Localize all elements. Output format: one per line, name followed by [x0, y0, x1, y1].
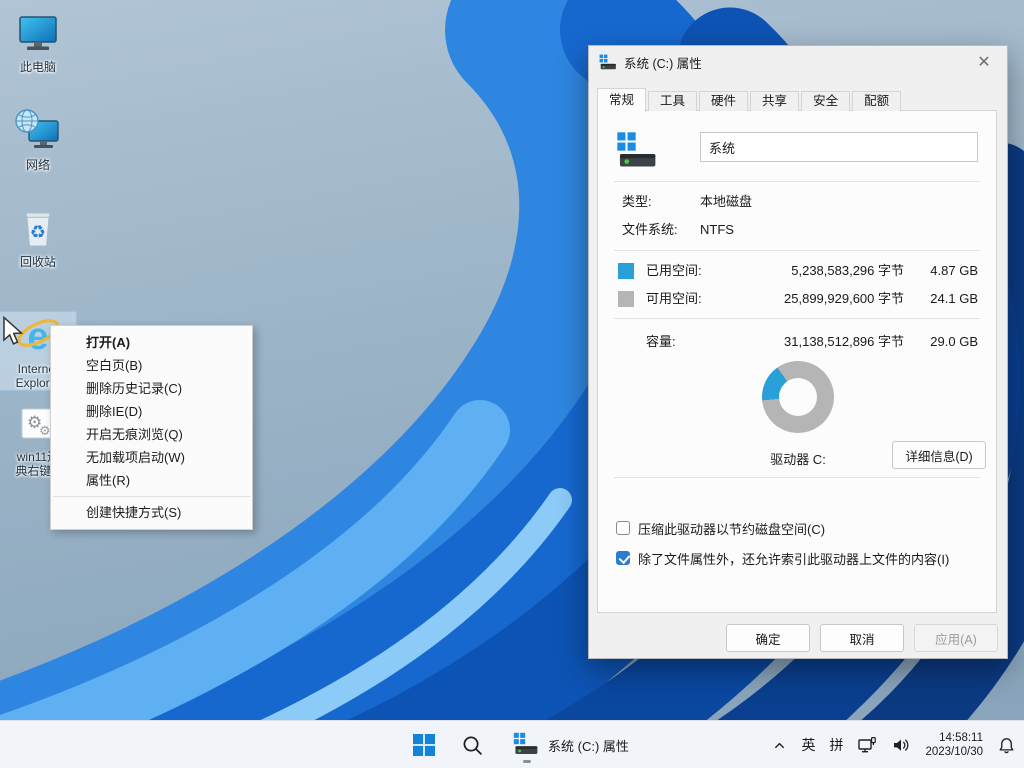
filesystem-label: 文件系统: — [622, 221, 678, 239]
index-checkbox-label: 除了文件属性外，还允许索引此驱动器上文件的内容(I) — [638, 549, 949, 568]
svg-text:⚙: ⚙ — [39, 423, 51, 438]
network-icon — [0, 108, 76, 156]
type-value: 本地磁盘 — [700, 193, 752, 211]
drive-icon — [599, 54, 617, 72]
task-label: 系统 (C:) 属性 — [548, 736, 629, 755]
menu-item[interactable]: 删除IE(D) — [51, 400, 252, 423]
taskbar-task-drive-properties[interactable]: 系统 (C:) 属性 — [501, 725, 641, 765]
menu-item[interactable]: 空白页(B) — [51, 354, 252, 377]
clock[interactable]: 14:58:11 2023/10/30 — [925, 731, 983, 759]
network-tray-button[interactable] — [857, 735, 877, 755]
menu-item[interactable]: 创建快捷方式(S) — [51, 501, 252, 524]
ie-context-menu: 打开(A)空白页(B)删除历史记录(C)删除IE(D)开启无痕浏览(Q)无加载项… — [50, 325, 253, 530]
windows-logo-icon — [413, 734, 435, 756]
chevron-up-icon — [772, 738, 787, 753]
used-space-bytes: 5,238,583,296 字节 — [791, 261, 904, 281]
dialog-buttons: 确定 取消 应用(A) — [726, 624, 998, 652]
used-space-row: 已用空间: 5,238,583,296 字节 4.87 GB — [618, 261, 978, 281]
compress-checkbox[interactable] — [616, 521, 630, 535]
details-button[interactable]: 详细信息(D) — [892, 441, 986, 469]
dialog-title: 系统 (C:) 属性 — [624, 53, 971, 72]
type-label: 类型: — [622, 193, 652, 211]
menu-separator — [53, 496, 250, 497]
ethernet-network-icon — [857, 735, 877, 755]
drive-properties-dialog: 系统 (C:) 属性 ✕ 常规工具硬件共享安全配额 类型: 本地磁盘 文件系统:… — [588, 45, 1008, 659]
menu-item[interactable]: 删除历史记录(C) — [51, 377, 252, 400]
used-space-size: 4.87 GB — [914, 261, 978, 281]
general-tab-page: 类型: 本地磁盘 文件系统: NTFS 已用空间: 5,238,583,296 … — [597, 110, 997, 613]
volume-label-input[interactable] — [700, 132, 978, 162]
notifications-button[interactable] — [997, 736, 1016, 755]
tab-共享[interactable]: 共享 — [750, 91, 799, 111]
index-checkbox-row[interactable]: 除了文件属性外，还允许索引此驱动器上文件的内容(I) — [616, 549, 982, 567]
desktop-icon-label: 网络 — [0, 158, 76, 172]
recycle-bin-icon: ♻ — [0, 205, 76, 253]
speaker-icon — [891, 735, 911, 755]
divider — [614, 181, 980, 182]
divider — [614, 477, 980, 478]
dialog-titlebar[interactable]: 系统 (C:) 属性 ✕ — [589, 46, 1007, 79]
cancel-button[interactable]: 取消 — [820, 624, 904, 652]
capacity-label: 容量: — [646, 332, 676, 352]
search-icon — [462, 735, 483, 756]
capacity-size: 29.0 GB — [914, 332, 978, 352]
free-space-size: 24.1 GB — [914, 289, 978, 309]
drive-icon — [513, 732, 539, 758]
desktop-icon-network[interactable]: 网络 — [0, 108, 76, 172]
capacity-bytes: 31,138,512,896 字节 — [784, 332, 904, 352]
tab-配额[interactable]: 配额 — [852, 91, 901, 111]
free-space-row: 可用空间: 25,899,929,600 字节 24.1 GB — [618, 289, 978, 309]
clock-time: 14:58:11 — [925, 731, 983, 745]
free-space-label: 可用空间: — [646, 289, 702, 309]
divider — [614, 318, 980, 319]
used-space-legend-swatch — [618, 263, 634, 279]
mouse-cursor — [2, 316, 24, 346]
free-space-legend-swatch — [618, 291, 634, 307]
divider — [614, 250, 980, 251]
desktop-icon-label: 此电脑 — [0, 60, 76, 74]
menu-item[interactable]: 属性(R) — [51, 469, 252, 492]
desktop: 此电脑网络♻回收站eInternetExplorer⚙⚙win11还典右键.c … — [0, 0, 1024, 768]
used-space-label: 已用空间: — [646, 261, 702, 281]
ime-mode-indicator[interactable]: 拼 — [829, 735, 843, 755]
ok-button[interactable]: 确定 — [726, 624, 810, 652]
running-indicator — [523, 760, 531, 763]
disk-usage-donut-chart — [762, 361, 834, 433]
compress-checkbox-label: 压缩此驱动器以节约磁盘空间(C) — [638, 519, 825, 538]
desktop-icon-this-pc[interactable]: 此电脑 — [0, 10, 76, 74]
menu-item[interactable]: 无加载项启动(W) — [51, 446, 252, 469]
compress-checkbox-row[interactable]: 压缩此驱动器以节约磁盘空间(C) — [616, 519, 982, 537]
tray-chevron-button[interactable] — [772, 738, 787, 753]
taskbar: 系统 (C:) 属性 英 拼 — [0, 720, 1024, 768]
tab-安全[interactable]: 安全 — [801, 91, 850, 111]
volume-tray-button[interactable] — [891, 735, 911, 755]
desktop-icon-recycle-bin[interactable]: ♻ 回收站 — [0, 205, 76, 269]
svg-text:♻: ♻ — [30, 222, 46, 242]
drive-icon-large — [616, 131, 658, 173]
tab-工具[interactable]: 工具 — [648, 91, 697, 111]
index-checkbox[interactable] — [616, 551, 630, 565]
tab-硬件[interactable]: 硬件 — [699, 91, 748, 111]
apply-button[interactable]: 应用(A) — [914, 624, 998, 652]
desktop-icon-label: 回收站 — [0, 255, 76, 269]
close-icon[interactable]: ✕ — [971, 51, 997, 75]
free-space-bytes: 25,899,929,600 字节 — [784, 289, 904, 309]
tab-常规[interactable]: 常规 — [597, 88, 646, 112]
pc-monitor-icon — [0, 10, 76, 58]
menu-item[interactable]: 打开(A) — [51, 331, 252, 354]
filesystem-value: NTFS — [700, 221, 734, 239]
bell-icon — [997, 736, 1016, 755]
ime-language-indicator[interactable]: 英 — [801, 735, 815, 755]
start-button[interactable] — [405, 725, 443, 765]
drive-caption: 驱动器 C: — [698, 449, 898, 468]
search-button[interactable] — [453, 725, 491, 765]
capacity-row: 容量: 31,138,512,896 字节 29.0 GB — [618, 332, 978, 352]
menu-item[interactable]: 开启无痕浏览(Q) — [51, 423, 252, 446]
clock-date: 2023/10/30 — [925, 745, 983, 759]
